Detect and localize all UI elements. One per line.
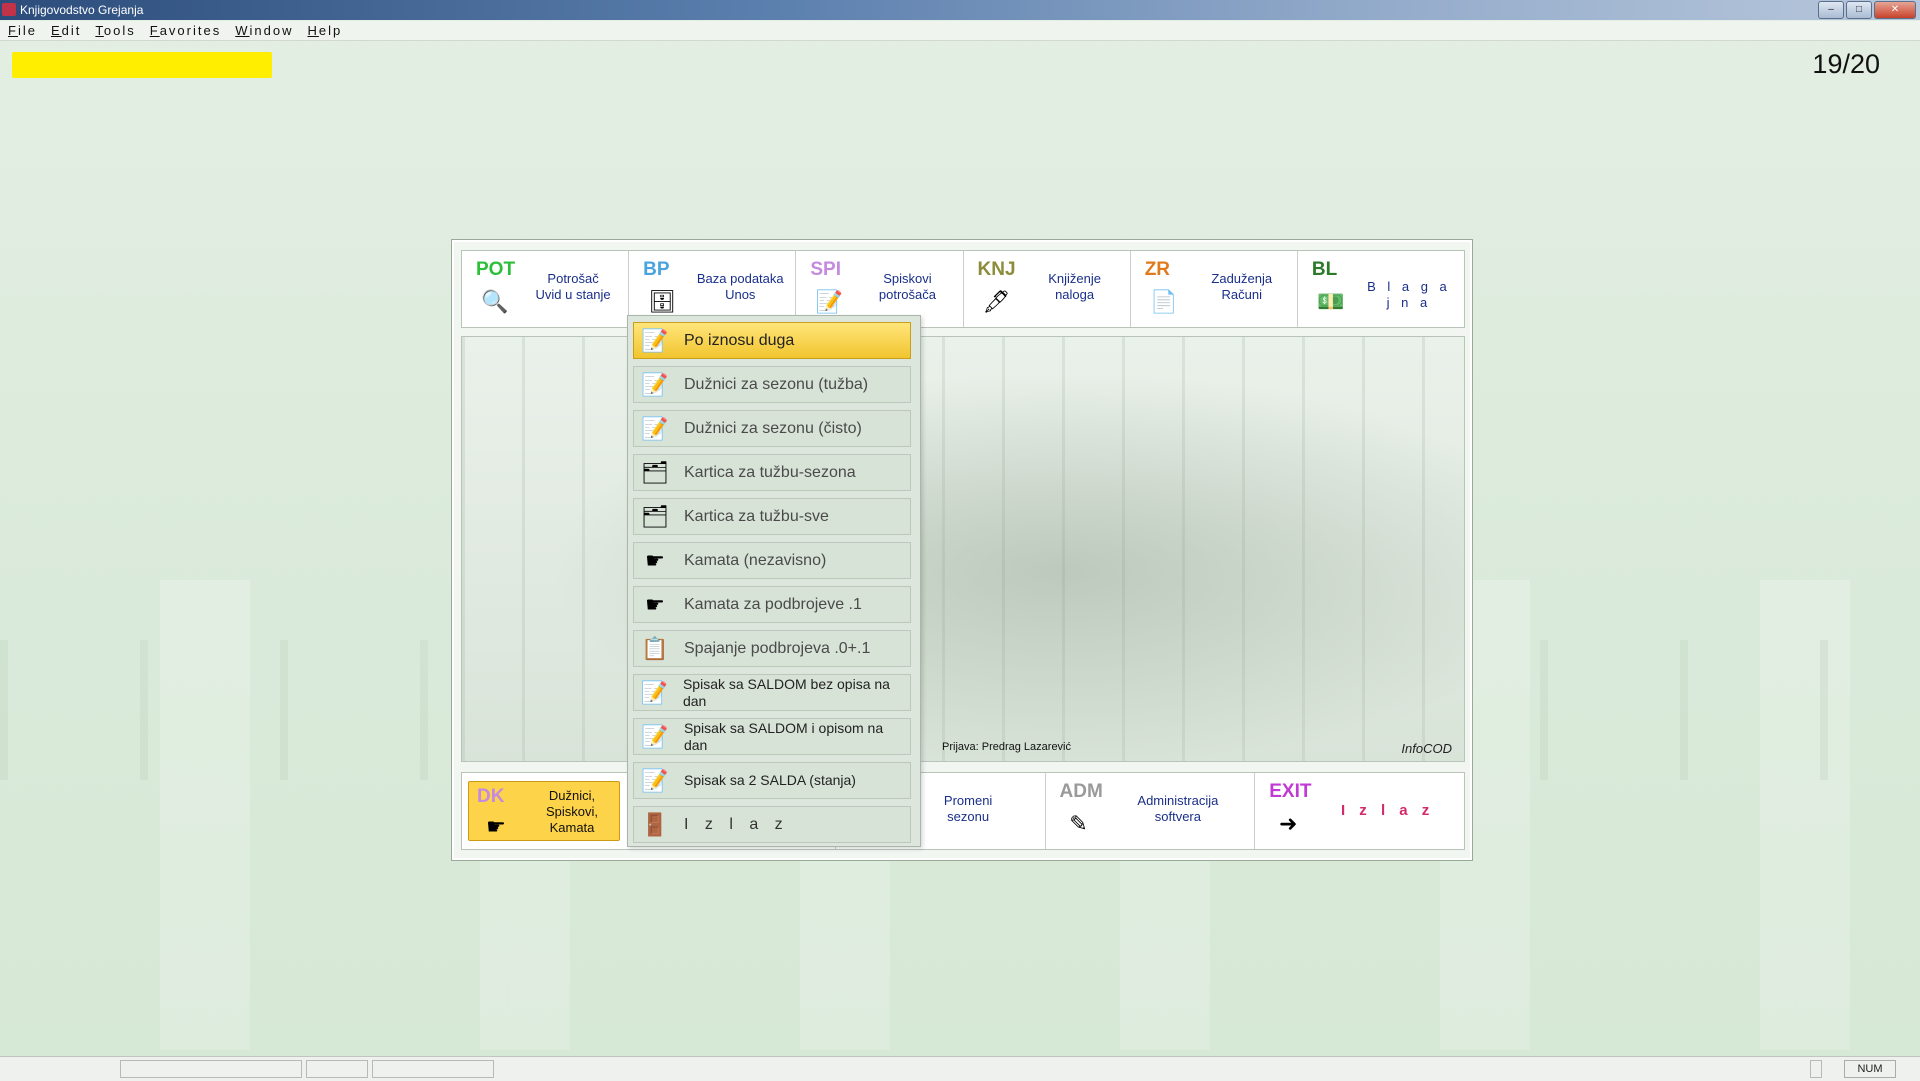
tile-label: Potrošač Uvid u stanje <box>535 271 611 302</box>
exit-icon: ➜ <box>1279 811 1298 836</box>
dropdown-item[interactable]: 📝 Dužnici za sezonu (tužba) <box>633 366 911 403</box>
top-tile-knj[interactable]: KNJ 🖋 Knjiženje naloga <box>963 251 1131 327</box>
document-edit-icon: 📝 <box>641 723 669 749</box>
dropdown-item[interactable]: 📝 Spisak sa 2 SALDA (stanja) <box>633 762 911 799</box>
menu-bar: File Edit Tools Favorites Window Help <box>0 21 1920 41</box>
tile-abbr: ZR <box>1144 259 1171 280</box>
menu-file[interactable]: File <box>8 21 37 40</box>
database-icon: 🗄 <box>648 289 677 314</box>
hand-icon: ☛ <box>486 814 506 839</box>
tile-abbr: ADM <box>1059 781 1103 802</box>
dropdown-item-label: Spajanje podbrojeva .0+.1 <box>684 640 871 657</box>
tile-abbr: SPI <box>810 259 841 280</box>
minimize-button[interactable]: – <box>1818 1 1844 19</box>
dropdown-item[interactable]: 🚪 I z l a z <box>633 806 911 843</box>
tile-label: Spiskovi potrošača <box>878 271 936 302</box>
invoice-icon: 📄 <box>1149 289 1178 314</box>
dropdown-item-label: Dužnici za sezonu (čisto) <box>684 420 862 437</box>
menu-favorites[interactable]: Favorites <box>150 21 221 40</box>
tile-abbr: DK <box>477 786 505 807</box>
dropdown-item[interactable]: 📝 Po iznosu duga <box>633 322 911 359</box>
dropdown-item[interactable]: 📝 Dužnici za sezonu (čisto) <box>633 410 911 447</box>
status-pane <box>306 1060 368 1078</box>
bottom-module-row: DK☛Dužnici, Spiskovi, Kamataami njaPR📅Pr… <box>461 772 1465 850</box>
dropdown-item[interactable]: 🗂 Kartica za tužbu-sezona <box>633 454 911 491</box>
tile-abbr: BP <box>643 259 670 280</box>
background-picture: Prijava: Predrag Lazarević InfoCOD <box>461 336 1465 762</box>
dropdown-item-label: Kartica za tužbu-sezona <box>684 464 856 481</box>
window-title: Knjigovodstvo Grejanja <box>20 3 144 17</box>
dropdown-item-label: Kartica za tužbu-sve <box>684 508 829 525</box>
title-bar: Knjigovodstvo Grejanja – □ ✕ <box>0 0 1920 20</box>
top-tile-bl[interactable]: BL 💵 B l a g a j n a <box>1297 251 1465 327</box>
card-icon: 🗂 <box>641 503 669 529</box>
maximize-button[interactable]: □ <box>1846 1 1872 19</box>
tile-label: B l a g a j n a <box>1367 279 1451 310</box>
status-pane <box>372 1060 494 1078</box>
tile-label: Administracija softvera <box>1137 793 1219 824</box>
note-icon: 📝 <box>815 289 844 314</box>
dropdown-item-label: Spisak sa 2 SALDA (stanja) <box>684 772 856 788</box>
dropdown-item-label: I z l a z <box>684 816 789 833</box>
card-icon: 🗂 <box>641 459 669 485</box>
tile-abbr: KNJ <box>977 259 1016 280</box>
posting-icon: 🖋 <box>982 289 1011 314</box>
dropdown-item-label: Dužnici za sezonu (tužba) <box>684 376 869 393</box>
status-pane <box>120 1060 302 1078</box>
bottom-tile-adm[interactable]: ADM ✎ Administracija softvera <box>1045 773 1256 849</box>
tile-label: Baza podataka Unos <box>696 271 784 302</box>
top-tile-pot[interactable]: POT 🔍 Potrošač Uvid u stanje <box>462 251 630 327</box>
dk-dropdown-menu: 📝 Po iznosu duga 📝 Dužnici za sezonu (tužba… <box>627 315 921 847</box>
dropdown-item[interactable]: 🗂 Kartica za tužbu-sve <box>633 498 911 535</box>
bottom-tile-exit[interactable]: EXIT ➜ I z l a z <box>1255 773 1464 849</box>
dropdown-item[interactable]: 📋 Spajanje podbrojeva .0+.1 <box>633 630 911 667</box>
document-edit-icon: 📝 <box>640 679 669 705</box>
tile-abbr: POT <box>476 259 516 280</box>
menu-edit[interactable]: Edit <box>51 21 81 40</box>
bottom-tile-dk[interactable]: DK ☛ Dužnici, Spiskovi, Kamata <box>468 781 620 841</box>
close-button[interactable]: ✕ <box>1874 1 1916 19</box>
menu-tools[interactable]: Tools <box>95 21 135 40</box>
user-search-icon: 🔍 <box>481 289 509 314</box>
dropdown-item-label: Spisak sa SALDOM i opisom na dan <box>683 719 884 753</box>
dropdown-item-label: Kamata za podbrojeve .1 <box>684 596 862 613</box>
top-tile-zr[interactable]: ZR 📄 Zaduženja Računi <box>1130 251 1298 327</box>
infocod-logo: InfoCOD <box>1401 741 1452 756</box>
login-info: Prijava: Predrag Lazarević <box>942 741 1072 753</box>
dropdown-item[interactable]: 📝 Spisak sa SALDOM i opisom na dan <box>633 718 911 755</box>
document-edit-icon: 📝 <box>641 327 669 353</box>
hand-icon: ☛ <box>645 547 665 573</box>
tile-abbr: BL <box>1311 259 1338 280</box>
dropdown-item[interactable]: 📝 Spisak sa SALDOM bez opisa na dan <box>633 674 911 711</box>
cash-register-icon: 💵 <box>1317 289 1345 314</box>
document-edit-icon: 📝 <box>641 415 669 441</box>
tile-label: Knjiženje naloga <box>1048 271 1101 302</box>
tile-label: I z l a z <box>1340 802 1435 819</box>
exit-icon: 🚪 <box>641 811 669 837</box>
tile-abbr: EXIT <box>1269 781 1312 802</box>
redacted-highlight <box>12 52 272 78</box>
tile-label: Dužnici, Spiskovi, Kamata <box>545 788 599 835</box>
wand-icon: ✎ <box>1069 811 1088 836</box>
tile-label: Zaduženja Računi <box>1211 271 1273 302</box>
top-module-row: POT 🔍 Potrošač Uvid u stanje BP 🗄 Baza podata… <box>461 250 1465 328</box>
dropdown-item-label: Spisak sa SALDOM bez opisa na dan <box>682 675 890 709</box>
status-bar: NUM <box>0 1056 1920 1081</box>
dropdown-item[interactable]: ☛ Kamata (nezavisno) <box>633 542 911 579</box>
hand-icon: ☛ <box>645 591 665 617</box>
dropdown-item-label: Kamata (nezavisno) <box>684 552 827 569</box>
status-pane <box>1810 1060 1822 1078</box>
app-icon <box>2 3 16 16</box>
menu-window[interactable]: Window <box>235 21 293 40</box>
dropdown-item[interactable]: ☛ Kamata za podbrojeve .1 <box>633 586 911 623</box>
merge-icon: 📋 <box>641 635 669 661</box>
menu-help[interactable]: Help <box>307 21 342 40</box>
document-edit-icon: 📝 <box>641 371 669 397</box>
document-edit-icon: 📝 <box>641 767 669 793</box>
page-counter: 19/20 <box>1812 49 1880 79</box>
num-lock-indicator: NUM <box>1844 1060 1896 1078</box>
dropdown-item-label: Po iznosu duga <box>684 332 795 349</box>
main-panel: POT 🔍 Potrošač Uvid u stanje BP 🗄 Baza podata… <box>451 239 1473 861</box>
